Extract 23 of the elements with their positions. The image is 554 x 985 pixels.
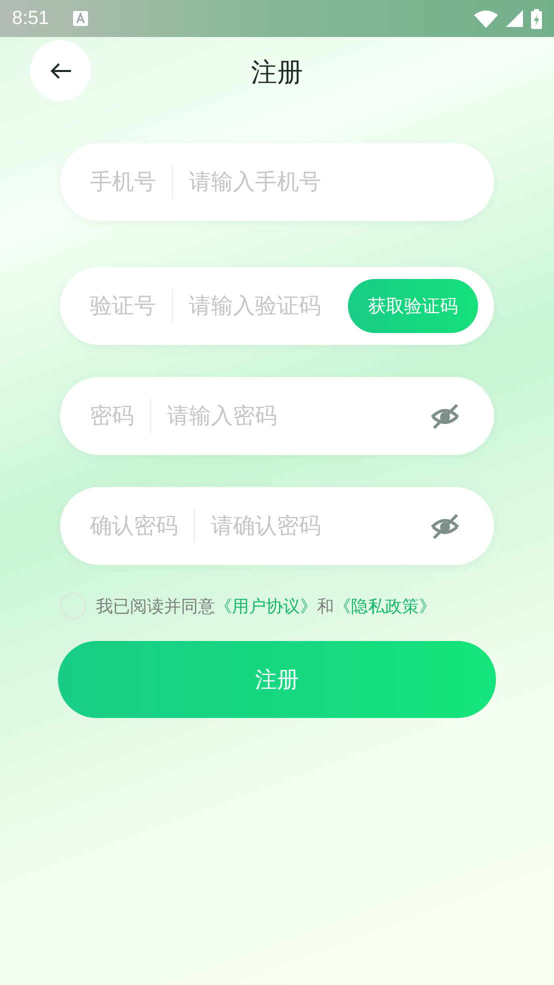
policy-link[interactable]: 《用户协议》 [215,594,317,618]
input-field[interactable]: 请输入密码 [167,404,430,428]
field-label: 确认密码 [90,513,178,541]
field-label: 验证号 [90,293,156,321]
agreement-text: 和 [317,596,334,618]
agreement-text: 我已阅读并同意 [96,596,215,618]
signal-icon [506,10,523,27]
back-icon [48,60,72,80]
notification-icon [72,11,88,26]
field-label: 手机号 [90,169,156,197]
input-field[interactable]: 请确认密码 [211,514,430,538]
eye-off-icon[interactable] [430,402,460,430]
input-field[interactable]: 请输入验证码 [189,294,348,318]
field-label: 密码 [90,403,134,431]
register-button[interactable]: 注册 [58,641,496,718]
status-time: 8:51 [12,8,49,30]
page-title: 注册 [251,56,303,90]
battery-icon [531,8,542,28]
input-field[interactable]: 请输入手机号 [189,170,476,194]
wifi-icon [474,10,498,28]
get-code-button[interactable]: 获取验证码 [348,279,478,333]
eye-off-icon[interactable] [430,512,460,540]
policy-link[interactable]: 《隐私政策》 [334,594,436,618]
